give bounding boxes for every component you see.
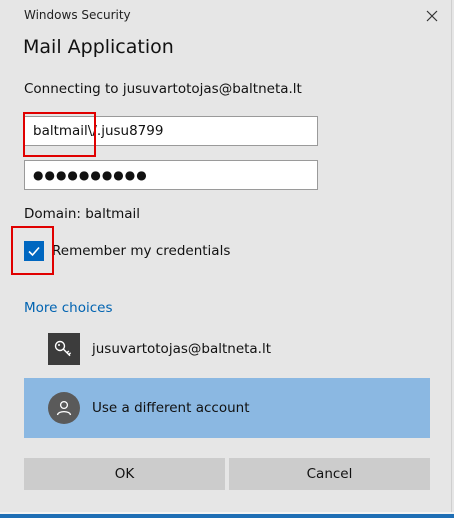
window-title: Windows Security: [24, 8, 131, 22]
password-mask: ●●●●●●●●●●: [33, 168, 148, 182]
password-field[interactable]: ●●●●●●●●●●: [24, 160, 318, 190]
checkmark-icon: [28, 246, 40, 257]
username-value: baltmail\/.jusu8799: [33, 123, 164, 139]
taskbar-edge: [0, 512, 454, 518]
key-icon: [48, 333, 80, 365]
account-label: Use a different account: [92, 400, 250, 416]
ok-button[interactable]: OK: [24, 458, 225, 490]
account-label: jusuvartotojas@baltneta.lt: [92, 341, 272, 357]
remember-label[interactable]: Remember my credentials: [52, 243, 230, 259]
more-choices-link[interactable]: More choices: [24, 300, 113, 316]
person-icon: [48, 392, 80, 424]
remember-checkbox[interactable]: [24, 241, 44, 261]
close-icon: [426, 10, 438, 22]
credential-dialog: Windows Security Mail Application Connec…: [0, 0, 452, 512]
account-option-different[interactable]: Use a different account: [24, 378, 430, 438]
domain-text: Domain: baltmail: [24, 206, 141, 222]
cancel-button[interactable]: Cancel: [229, 458, 430, 490]
account-option-existing[interactable]: jusuvartotojas@baltneta.lt: [24, 319, 430, 379]
connecting-text: Connecting to jusuvartotojas@baltneta.lt: [24, 81, 302, 97]
username-field[interactable]: baltmail\/.jusu8799: [24, 116, 318, 146]
close-button[interactable]: [420, 4, 444, 28]
app-title: Mail Application: [23, 36, 174, 58]
